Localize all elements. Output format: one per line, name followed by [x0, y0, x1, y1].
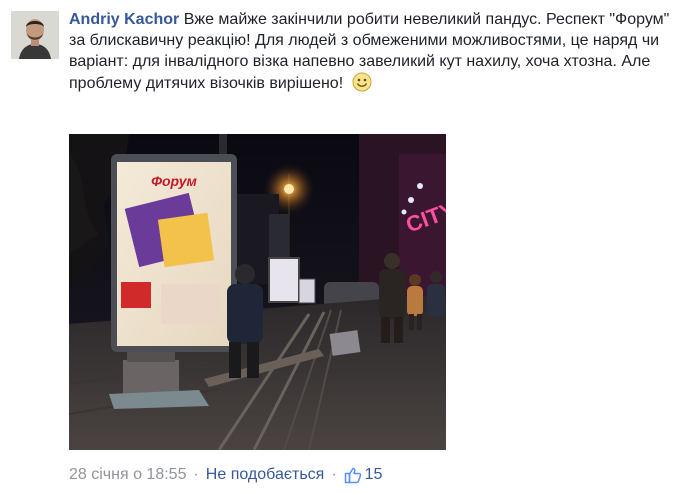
- timestamp-link[interactable]: 28 січня о 18:55: [69, 466, 186, 484]
- billboard-sign-text: Форум: [151, 173, 197, 189]
- avatar[interactable]: [11, 11, 59, 59]
- smile-emoji-icon: [352, 72, 372, 98]
- comment-body: Andriy Kachor Вже майже закінчили робити…: [69, 9, 675, 98]
- comment-photo[interactable]: CITY Форум: [69, 134, 446, 450]
- thumbs-up-icon: [344, 467, 361, 484]
- like-count-link[interactable]: 15: [344, 466, 383, 484]
- night-street-photo: CITY Форум: [69, 134, 446, 450]
- author-name[interactable]: Andriy Kachor: [69, 11, 179, 28]
- unlike-button[interactable]: Не подобається: [206, 466, 325, 484]
- like-count: 15: [364, 466, 383, 483]
- comment-actions: 28 січня о 18:55 · Не подобається · 15: [69, 466, 382, 484]
- avatar-photo: [11, 11, 59, 59]
- separator-dot: ·: [193, 466, 199, 483]
- separator-dot: ·: [331, 466, 337, 483]
